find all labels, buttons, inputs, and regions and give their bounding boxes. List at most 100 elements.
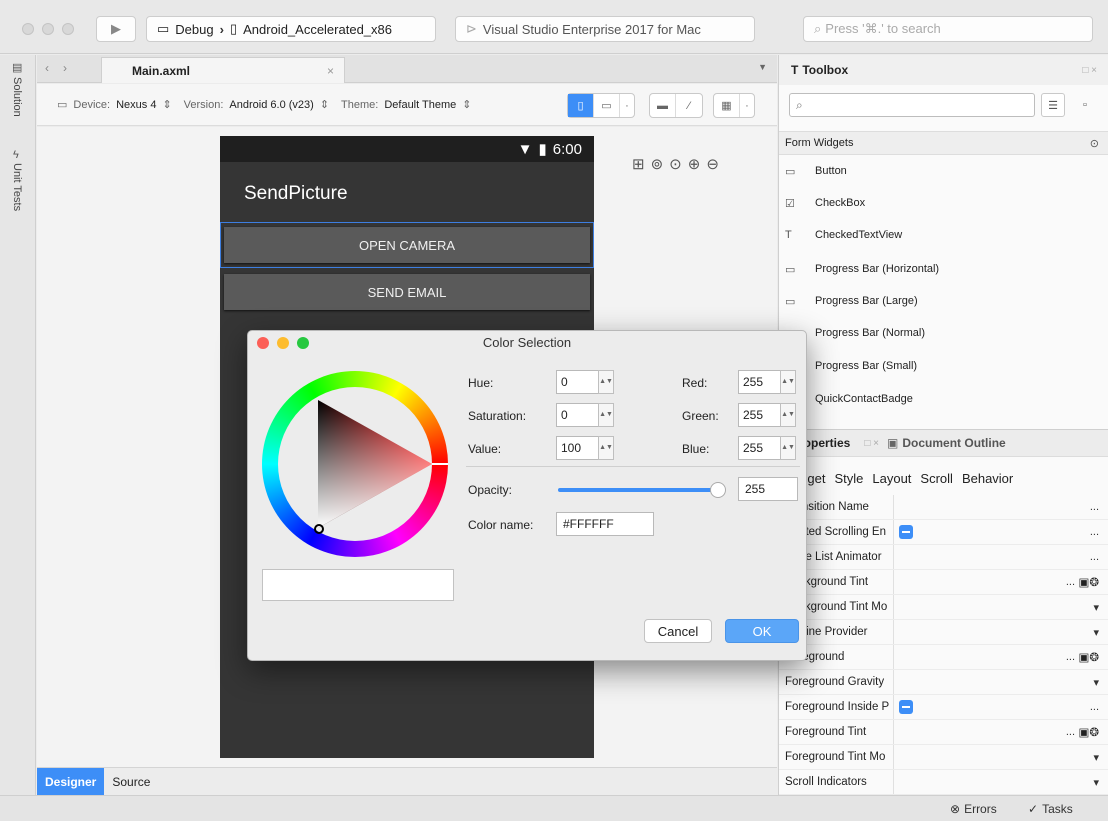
tab-layout[interactable]: Layout — [872, 471, 911, 486]
property-row[interactable]: Transition Name... — [779, 495, 1108, 520]
property-row[interactable]: Foreground Tint Mo ▾ — [779, 745, 1108, 770]
grid-view-button[interactable]: ▫ — [1073, 93, 1097, 117]
toolbox-item[interactable]: ▣QuickContactBadge — [779, 383, 1108, 415]
solution-pad-tab[interactable]: Solution — [11, 77, 23, 117]
tasks-button[interactable]: ✓ Tasks — [1028, 802, 1073, 816]
green-input[interactable]: 255 ▲▼ — [738, 403, 796, 427]
hue-wheel[interactable] — [262, 371, 448, 557]
property-row[interactable]: Nested Scrolling En... — [779, 520, 1108, 545]
property-value[interactable]: ▾ — [1093, 601, 1099, 614]
opacity-slider[interactable] — [558, 482, 726, 498]
send-email-button[interactable]: SEND EMAIL — [224, 274, 590, 310]
unit-tests-pad-tab[interactable]: Unit Tests — [11, 163, 23, 211]
close-window-button[interactable] — [22, 23, 34, 35]
opacity-input[interactable]: 255 — [738, 477, 798, 501]
tab-designer[interactable]: Designer — [37, 768, 105, 795]
stepper-icon[interactable]: ▲▼ — [598, 403, 614, 427]
property-row[interactable]: Foreground... ▣❂ — [779, 645, 1108, 670]
toolbox-item[interactable]: ▭ Progress Bar (Large) — [779, 285, 1108, 317]
property-value[interactable]: ... — [1066, 651, 1075, 663]
red-input[interactable]: 255 ▲▼ — [738, 370, 796, 394]
saturation-input[interactable]: 0 ▲▼ — [556, 403, 614, 427]
run-button[interactable]: ▶ — [96, 16, 136, 42]
color-picker-icon[interactable]: ▣❂ — [1078, 725, 1099, 739]
toolbox-item[interactable]: ☑ CheckBox — [779, 187, 1108, 219]
toolbox-section-header[interactable]: Form Widgets ⊙ — [779, 131, 1108, 155]
run-configuration-selector[interactable]: ▭ Debug › ▯ Android_Accelerated_x86 — [146, 16, 436, 42]
property-value[interactable]: ▾ — [1093, 676, 1099, 689]
open-camera-button[interactable]: OPEN CAMERA — [224, 227, 590, 263]
value-input[interactable]: 100 ▲▼ — [556, 436, 614, 460]
saturation-value-triangle[interactable] — [262, 371, 448, 557]
nav-back-icon[interactable]: ‹ — [45, 61, 49, 75]
tab-style[interactable]: Style — [834, 471, 863, 486]
device-select[interactable]: Nexus 4 — [116, 99, 156, 111]
property-value[interactable]: ... — [1066, 576, 1075, 588]
zoom-fit-icon[interactable]: ⊙ — [669, 155, 682, 173]
property-value[interactable]: ... — [1066, 726, 1075, 738]
toolbox-search-input[interactable]: ⌕ — [789, 93, 1035, 117]
blue-input[interactable]: 255 ▲▼ — [738, 436, 796, 460]
toggle-icon[interactable] — [899, 525, 913, 539]
hue-input[interactable]: 0 ▲▼ — [556, 370, 614, 394]
tab-source[interactable]: Source — [104, 768, 158, 795]
fit-icon[interactable]: ⊞ — [632, 155, 645, 173]
zoom-out-icon[interactable]: ⊖ — [706, 155, 719, 173]
stepper-icon[interactable]: ▲▼ — [598, 436, 614, 460]
grid-menu-button[interactable]: · — [740, 94, 754, 117]
property-row[interactable]: Background Tint Mo ▾ — [779, 595, 1108, 620]
slider-knob[interactable] — [710, 482, 726, 498]
property-row[interactable]: Background Tint... ▣❂ — [779, 570, 1108, 595]
stepper-icon[interactable]: ▲▼ — [780, 436, 796, 460]
global-search-input[interactable]: ⌕ Press '⌘.' to search — [803, 16, 1093, 42]
toolbox-item[interactable]: T CheckedTextView — [779, 219, 1108, 251]
property-row[interactable]: Foreground Tint... ▣❂ — [779, 720, 1108, 745]
tab-behavior[interactable]: Behavior — [962, 471, 1013, 486]
pad-controls-icon[interactable]: □ × — [864, 438, 879, 449]
errors-button[interactable]: ⊗ Errors — [950, 802, 997, 816]
property-value[interactable]: ▾ — [1093, 751, 1099, 764]
material-view-button[interactable]: ▬ — [650, 94, 676, 117]
toolbox-item[interactable]: ▭ Button — [779, 155, 1108, 187]
toolbox-item[interactable]: ▭Progress Bar (Normal) — [779, 317, 1108, 349]
zoom-actual-icon[interactable]: ⊚ — [651, 155, 664, 173]
property-value[interactable]: ▾ — [1093, 626, 1099, 639]
version-select[interactable]: Android 6.0 (v23) — [229, 99, 313, 111]
stepper-icon[interactable]: ▲▼ — [780, 370, 796, 394]
cancel-button[interactable]: Cancel — [644, 619, 712, 643]
property-row[interactable]: State List Animator... — [779, 545, 1108, 570]
brush-button[interactable]: ⁄ — [676, 94, 702, 117]
zoom-in-icon[interactable]: ⊕ — [688, 155, 701, 173]
tab-scroll[interactable]: Scroll — [920, 471, 953, 486]
stepper-icon[interactable]: ▲▼ — [598, 370, 614, 394]
color-name-input[interactable]: #FFFFFF — [556, 512, 654, 536]
property-value[interactable]: ... — [1090, 501, 1099, 513]
portrait-button[interactable]: ▯ — [568, 94, 594, 117]
list-view-button[interactable]: ☰ — [1041, 93, 1065, 117]
minimize-window-button[interactable] — [42, 23, 54, 35]
close-tab-icon[interactable]: × — [327, 64, 334, 78]
toolbox-item[interactable]: ▭Progress Bar (Small) — [779, 350, 1108, 382]
property-row[interactable]: Foreground Gravity ▾ — [779, 670, 1108, 695]
color-picker-icon[interactable]: ▣❂ — [1078, 650, 1099, 664]
pad-controls-icon[interactable]: □ × — [1082, 65, 1097, 76]
property-value[interactable]: ▾ — [1093, 776, 1099, 789]
property-row[interactable]: Scroll Indicators ▾ — [779, 770, 1108, 795]
color-picker-icon[interactable]: ▣❂ — [1078, 575, 1099, 589]
stepper-icon[interactable]: ▲▼ — [780, 403, 796, 427]
tab-main-axml[interactable]: Main.axml × — [101, 57, 345, 83]
theme-select[interactable]: Default Theme — [384, 99, 456, 111]
property-row[interactable]: Outline Provider ▾ — [779, 620, 1108, 645]
landscape-button[interactable]: ▭ — [594, 94, 620, 117]
property-value[interactable]: ... — [1090, 551, 1099, 563]
document-outline-tab[interactable]: Document Outline — [902, 436, 1005, 450]
property-row[interactable]: Foreground Inside P... — [779, 695, 1108, 720]
ok-button[interactable]: OK — [725, 619, 799, 643]
property-value[interactable]: ... — [1090, 526, 1099, 538]
toolbox-item[interactable]: ▭ Progress Bar (Horizontal) — [779, 253, 1108, 285]
toggle-icon[interactable] — [899, 700, 913, 714]
property-value[interactable]: ... — [1090, 701, 1099, 713]
collapse-icon[interactable]: ⊙ — [1090, 137, 1099, 150]
zoom-window-button[interactable] — [62, 23, 74, 35]
tab-overflow-chevron-icon[interactable]: ▼ — [758, 62, 767, 72]
